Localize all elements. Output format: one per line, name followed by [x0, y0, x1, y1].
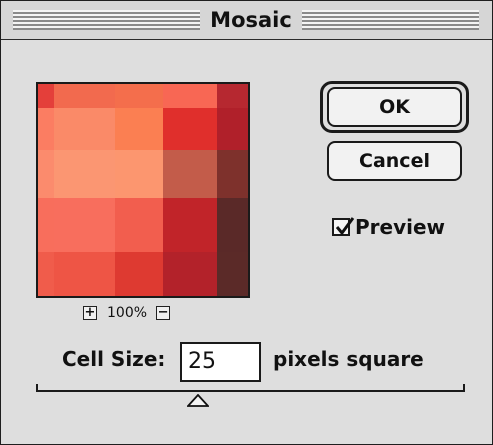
- mosaic-cell: [115, 108, 163, 150]
- mosaic-cell: [163, 150, 217, 198]
- cell-size-slider-track[interactable]: [36, 384, 465, 392]
- mosaic-cell: [115, 198, 163, 252]
- mosaic-cell: [54, 84, 115, 108]
- slider-thumb-icon[interactable]: [187, 394, 209, 407]
- cell-size-unit-label: pixels square: [273, 347, 424, 371]
- title-bar-stripes-right: [302, 10, 479, 30]
- cell-size-label: Cell Size:: [62, 347, 166, 371]
- mosaic-cell: [54, 108, 115, 150]
- mosaic-cell: [38, 84, 54, 108]
- minus-icon: −: [157, 305, 169, 320]
- filter-preview[interactable]: [36, 82, 250, 298]
- mosaic-cell: [217, 198, 248, 252]
- mosaic-cell: [217, 150, 248, 198]
- mosaic-cell: [54, 150, 115, 198]
- zoom-in-button[interactable]: +: [83, 306, 97, 320]
- mosaic-cell: [54, 198, 115, 252]
- mosaic-cell: [163, 84, 217, 108]
- zoom-out-button[interactable]: −: [156, 305, 171, 320]
- mosaic-cell: [38, 108, 54, 150]
- mosaic-cell: [115, 252, 163, 296]
- preview-checkbox[interactable]: [332, 217, 355, 236]
- mosaic-cell: [163, 252, 217, 296]
- plus-icon: +: [84, 305, 96, 320]
- mosaic-preview-grid: [38, 84, 248, 296]
- mosaic-cell: [163, 108, 217, 150]
- checkmark-icon: [335, 217, 355, 236]
- mosaic-cell: [217, 84, 248, 108]
- mosaic-cell: [38, 150, 54, 198]
- mosaic-cell: [38, 198, 54, 252]
- cell-size-input[interactable]: 25: [180, 342, 261, 382]
- mosaic-cell: [115, 84, 163, 108]
- mosaic-cell: [54, 252, 115, 296]
- dialog-title: Mosaic: [200, 6, 302, 34]
- preview-label: Preview: [355, 215, 446, 239]
- preview-toggle[interactable]: Preview: [332, 213, 445, 241]
- mosaic-dialog: Mosaic + 100% − OK Cancel Preview Cell S…: [0, 0, 493, 445]
- ok-button[interactable]: OK: [327, 87, 462, 127]
- mosaic-cell: [38, 252, 54, 296]
- mosaic-cell: [217, 108, 248, 150]
- cancel-button[interactable]: Cancel: [327, 141, 462, 181]
- title-bar-stripes-left: [13, 10, 200, 30]
- mosaic-cell: [163, 198, 217, 252]
- title-bar[interactable]: Mosaic: [1, 1, 492, 40]
- zoom-controls: + 100% −: [83, 303, 171, 323]
- mosaic-cell: [115, 150, 163, 198]
- zoom-level: 100%: [107, 305, 148, 321]
- mosaic-cell: [217, 252, 248, 296]
